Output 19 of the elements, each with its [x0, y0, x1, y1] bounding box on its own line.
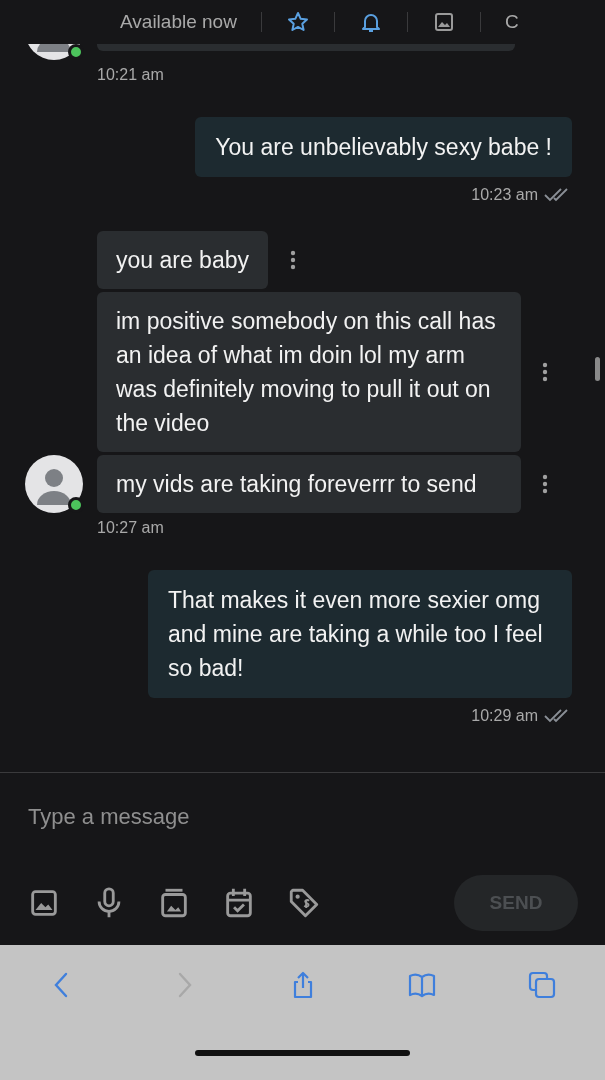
message-bubble: you are baby	[97, 231, 268, 289]
more-options-icon[interactable]	[542, 362, 548, 382]
message-bubble: That makes it even more sexier omg and mine are taking a while too I feel so bad!	[148, 570, 572, 698]
message-bubble: You are unbelievably sexy babe !	[195, 117, 572, 177]
avatar-icon[interactable]	[25, 455, 83, 513]
status-text: Available now	[120, 9, 237, 34]
star-icon[interactable]	[285, 10, 310, 34]
more-options-icon[interactable]	[542, 474, 548, 494]
message-bubble: im positive somebody on this call has an idea of what im doin lol my arm was definitely moving to pull it out on the video	[97, 292, 521, 452]
timestamp: 10:29 am	[471, 706, 538, 726]
price-tag-icon[interactable]	[287, 886, 321, 920]
timestamp: 10:27 am	[97, 519, 164, 536]
timestamp: 10:23 am	[471, 185, 538, 205]
tab-label[interactable]: C	[504, 7, 519, 37]
timestamp: 10:21 am	[97, 66, 164, 83]
message-input[interactable]: Type a message	[28, 799, 577, 835]
message-bubble: my vids are taking foreverrr to send	[97, 455, 521, 513]
more-options-icon[interactable]	[290, 250, 296, 270]
scrollbar	[595, 357, 600, 381]
